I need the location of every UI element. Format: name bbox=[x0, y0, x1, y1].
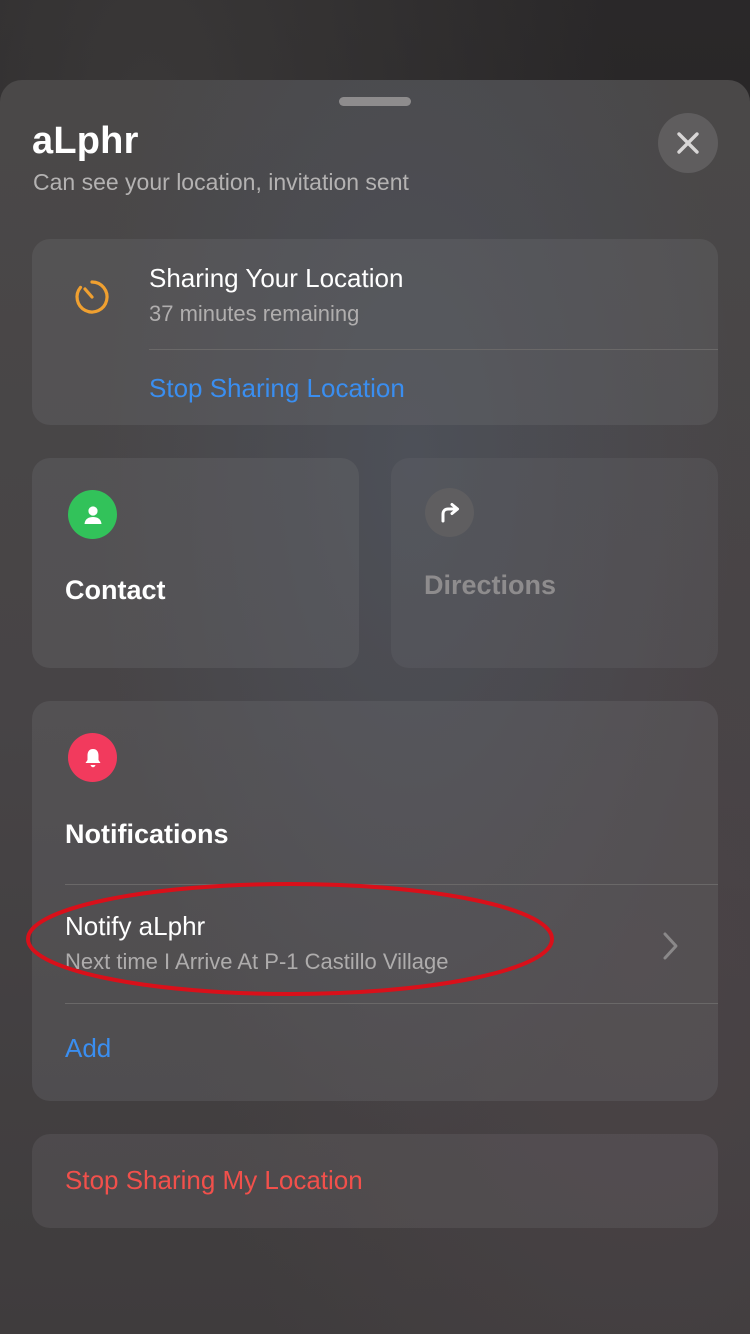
stop-sharing-my-location-label: Stop Sharing My Location bbox=[65, 1165, 363, 1195]
person-name: aLphr bbox=[32, 120, 139, 162]
person-status: Can see your location, invitation sent bbox=[33, 169, 409, 195]
timer-icon bbox=[75, 280, 109, 314]
stop-sharing-location-button[interactable]: Stop Sharing Location bbox=[149, 373, 405, 404]
notifications-heading: Notifications bbox=[65, 819, 229, 849]
close-button[interactable] bbox=[658, 113, 718, 173]
sheet-grabber[interactable] bbox=[339, 97, 411, 106]
directions-button[interactable]: Directions bbox=[391, 458, 718, 668]
directions-label: Directions bbox=[424, 570, 557, 600]
time-remaining: 37 minutes remaining bbox=[149, 301, 360, 326]
contact-label: Contact bbox=[65, 575, 166, 605]
person-detail-sheet: aLphr Can see your location, invitation … bbox=[0, 80, 750, 1334]
turn-right-arrow-icon bbox=[425, 488, 474, 537]
person-icon bbox=[68, 490, 117, 539]
sharing-title: Sharing Your Location bbox=[149, 263, 404, 293]
divider bbox=[149, 349, 718, 350]
bell-icon bbox=[68, 733, 117, 782]
close-icon bbox=[677, 132, 699, 154]
add-notification-button[interactable]: Add bbox=[65, 1033, 111, 1064]
highlight-ellipse bbox=[26, 882, 554, 996]
stop-sharing-my-location-button[interactable]: Stop Sharing My Location bbox=[32, 1134, 718, 1228]
divider bbox=[65, 1003, 718, 1004]
chevron-right-icon bbox=[663, 932, 678, 960]
contact-button[interactable]: Contact bbox=[32, 458, 359, 668]
sharing-location-card: Sharing Your Location 37 minutes remaini… bbox=[32, 239, 718, 425]
